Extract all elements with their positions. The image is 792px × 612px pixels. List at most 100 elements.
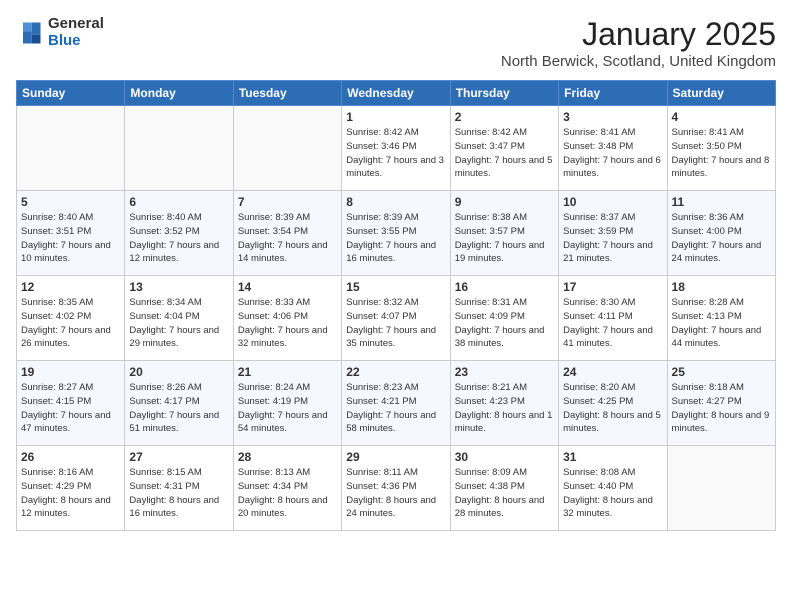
logo-icon: [16, 19, 44, 47]
day-number: 18: [672, 280, 771, 294]
col-monday: Monday: [125, 81, 233, 106]
day-info: Sunrise: 8:20 AM Sunset: 4:25 PM Dayligh…: [563, 381, 662, 436]
calendar-week-row: 5 Sunrise: 8:40 AM Sunset: 3:51 PM Daylig…: [17, 191, 776, 276]
day-number: 9: [455, 195, 554, 209]
day-info: Sunrise: 8:39 AM Sunset: 3:55 PM Dayligh…: [346, 211, 445, 266]
calendar-cell: 1 Sunrise: 8:42 AM Sunset: 3:46 PM Daylig…: [342, 106, 450, 191]
calendar-week-row: 19 Sunrise: 8:27 AM Sunset: 4:15 PM Dayli…: [17, 361, 776, 446]
calendar-cell: 17 Sunrise: 8:30 AM Sunset: 4:11 PM Dayli…: [559, 276, 667, 361]
calendar-cell: 21 Sunrise: 8:24 AM Sunset: 4:19 PM Dayli…: [233, 361, 341, 446]
calendar-week-row: 1 Sunrise: 8:42 AM Sunset: 3:46 PM Daylig…: [17, 106, 776, 191]
calendar-cell: 30Sunrise: 8:09 AM Sunset: 4:38 PM Dayli…: [450, 446, 558, 531]
day-number: 7: [238, 195, 337, 209]
calendar-cell: 12 Sunrise: 8:35 AM Sunset: 4:02 PM Dayli…: [17, 276, 125, 361]
day-number: 13: [129, 280, 228, 294]
day-number: 15: [346, 280, 445, 294]
day-number: 4: [672, 110, 771, 124]
day-number: 12: [21, 280, 120, 294]
col-thursday: Thursday: [450, 81, 558, 106]
calendar-cell: 19 Sunrise: 8:27 AM Sunset: 4:15 PM Dayli…: [17, 361, 125, 446]
day-info: Sunrise: 8:34 AM Sunset: 4:04 PM Dayligh…: [129, 296, 228, 351]
day-number: 29: [346, 450, 445, 464]
calendar-cell: 4 Sunrise: 8:41 AM Sunset: 3:50 PM Daylig…: [667, 106, 775, 191]
day-info: Sunrise: 8:38 AM Sunset: 3:57 PM Dayligh…: [455, 211, 554, 266]
calendar-week-row: 26 Sunrise: 8:16 AM Sunset: 4:29 PM Dayli…: [17, 446, 776, 531]
calendar-cell: 26 Sunrise: 8:16 AM Sunset: 4:29 PM Dayli…: [17, 446, 125, 531]
calendar-cell: 29 Sunrise: 8:11 AM Sunset: 4:36 PM Dayli…: [342, 446, 450, 531]
day-number: 11: [672, 195, 771, 209]
day-number: 5: [21, 195, 120, 209]
day-info: Sunrise: 8:31 AM Sunset: 4:09 PM Dayligh…: [455, 296, 554, 351]
day-number: 2: [455, 110, 554, 124]
calendar-cell: [233, 106, 341, 191]
calendar-cell: 3 Sunrise: 8:41 AM Sunset: 3:48 PM Daylig…: [559, 106, 667, 191]
day-info: Sunrise: 8:33 AM Sunset: 4:06 PM Dayligh…: [238, 296, 337, 351]
day-number: 27: [129, 450, 228, 464]
calendar-cell: 16 Sunrise: 8:31 AM Sunset: 4:09 PM Dayli…: [450, 276, 558, 361]
calendar-cell: 28Sunrise: 8:13 AM Sunset: 4:34 PM Dayli…: [233, 446, 341, 531]
day-info: Sunrise: 8:09 AM Sunset: 4:38 PM Dayligh…: [455, 466, 554, 521]
calendar-cell: 5 Sunrise: 8:40 AM Sunset: 3:51 PM Daylig…: [17, 191, 125, 276]
day-info: Sunrise: 8:40 AM Sunset: 3:52 PM Dayligh…: [129, 211, 228, 266]
day-number: 6: [129, 195, 228, 209]
header: General Blue January 2025 North Berwick,…: [16, 16, 776, 70]
day-info: Sunrise: 8:40 AM Sunset: 3:51 PM Dayligh…: [21, 211, 120, 266]
day-info: Sunrise: 8:11 AM Sunset: 4:36 PM Dayligh…: [346, 466, 445, 521]
calendar-cell: 9 Sunrise: 8:38 AM Sunset: 3:57 PM Daylig…: [450, 191, 558, 276]
calendar-cell: 31 Sunrise: 8:08 AM Sunset: 4:40 PM Dayli…: [559, 446, 667, 531]
day-number: 22: [346, 365, 445, 379]
month-title: January 2025: [501, 16, 776, 53]
calendar-cell: [17, 106, 125, 191]
day-number: 1: [346, 110, 445, 124]
day-info: Sunrise: 8:41 AM Sunset: 3:50 PM Dayligh…: [672, 126, 771, 181]
calendar-cell: 10 Sunrise: 8:37 AM Sunset: 3:59 PM Dayli…: [559, 191, 667, 276]
day-info: Sunrise: 8:37 AM Sunset: 3:59 PM Dayligh…: [563, 211, 662, 266]
day-info: Sunrise: 8:26 AM Sunset: 4:17 PM Dayligh…: [129, 381, 228, 436]
day-number: 26: [21, 450, 120, 464]
day-info: Sunrise: 8:15 AM Sunset: 4:31 PM Dayligh…: [129, 466, 228, 521]
col-friday: Friday: [559, 81, 667, 106]
calendar-cell: 23Sunrise: 8:21 AM Sunset: 4:23 PM Dayli…: [450, 361, 558, 446]
day-info: Sunrise: 8:35 AM Sunset: 4:02 PM Dayligh…: [21, 296, 120, 351]
day-number: 16: [455, 280, 554, 294]
calendar-cell: 27 Sunrise: 8:15 AM Sunset: 4:31 PM Dayli…: [125, 446, 233, 531]
day-info: Sunrise: 8:16 AM Sunset: 4:29 PM Dayligh…: [21, 466, 120, 521]
calendar-cell: [667, 446, 775, 531]
calendar-cell: 13 Sunrise: 8:34 AM Sunset: 4:04 PM Dayli…: [125, 276, 233, 361]
day-number: 28: [238, 450, 337, 464]
day-info: Sunrise: 8:30 AM Sunset: 4:11 PM Dayligh…: [563, 296, 662, 351]
col-saturday: Saturday: [667, 81, 775, 106]
day-info: Sunrise: 8:08 AM Sunset: 4:40 PM Dayligh…: [563, 466, 662, 521]
day-info: Sunrise: 8:39 AM Sunset: 3:54 PM Dayligh…: [238, 211, 337, 266]
calendar-cell: 14 Sunrise: 8:33 AM Sunset: 4:06 PM Dayli…: [233, 276, 341, 361]
calendar-cell: 22 Sunrise: 8:23 AM Sunset: 4:21 PM Dayli…: [342, 361, 450, 446]
calendar-cell: [125, 106, 233, 191]
calendar-cell: 24Sunrise: 8:20 AM Sunset: 4:25 PM Dayli…: [559, 361, 667, 446]
calendar-cell: 6 Sunrise: 8:40 AM Sunset: 3:52 PM Daylig…: [125, 191, 233, 276]
day-number: 8: [346, 195, 445, 209]
day-number: 17: [563, 280, 662, 294]
logo-blue-text: Blue: [48, 33, 104, 50]
day-info: Sunrise: 8:23 AM Sunset: 4:21 PM Dayligh…: [346, 381, 445, 436]
day-number: 21: [238, 365, 337, 379]
day-number: 25: [672, 365, 771, 379]
day-info: Sunrise: 8:27 AM Sunset: 4:15 PM Dayligh…: [21, 381, 120, 436]
day-number: 10: [563, 195, 662, 209]
day-number: 14: [238, 280, 337, 294]
day-info: Sunrise: 8:42 AM Sunset: 3:46 PM Dayligh…: [346, 126, 445, 181]
calendar-cell: 18Sunrise: 8:28 AM Sunset: 4:13 PM Dayli…: [667, 276, 775, 361]
day-number: 19: [21, 365, 120, 379]
calendar-cell: 20Sunrise: 8:26 AM Sunset: 4:17 PM Dayli…: [125, 361, 233, 446]
calendar-cell: 11Sunrise: 8:36 AM Sunset: 4:00 PM Dayli…: [667, 191, 775, 276]
col-tuesday: Tuesday: [233, 81, 341, 106]
col-sunday: Sunday: [17, 81, 125, 106]
calendar-cell: 15 Sunrise: 8:32 AM Sunset: 4:07 PM Dayli…: [342, 276, 450, 361]
logo: General Blue: [16, 16, 104, 49]
calendar-cell: 2Sunrise: 8:42 AM Sunset: 3:47 PM Daylig…: [450, 106, 558, 191]
day-info: Sunrise: 8:32 AM Sunset: 4:07 PM Dayligh…: [346, 296, 445, 351]
day-number: 31: [563, 450, 662, 464]
day-info: Sunrise: 8:41 AM Sunset: 3:48 PM Dayligh…: [563, 126, 662, 181]
calendar-cell: 25Sunrise: 8:18 AM Sunset: 4:27 PM Dayli…: [667, 361, 775, 446]
day-number: 3: [563, 110, 662, 124]
day-info: Sunrise: 8:24 AM Sunset: 4:19 PM Dayligh…: [238, 381, 337, 436]
